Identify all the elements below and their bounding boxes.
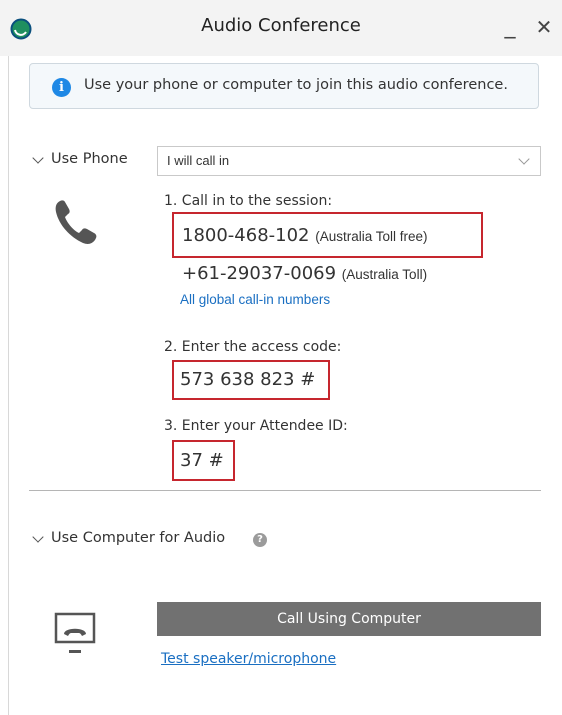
global-call-in-link[interactable]: All global call-in numbers — [180, 292, 330, 307]
use-phone-toggle[interactable]: Use Phone — [32, 151, 128, 167]
chevron-down-icon — [32, 151, 44, 164]
call-option-value: I will call in — [167, 153, 230, 168]
use-computer-toggle[interactable]: Use Computer for Audio — [32, 530, 225, 546]
call-using-computer-button[interactable]: Call Using Computer — [157, 602, 541, 636]
access-code: 573 638 823 # — [180, 369, 316, 390]
computer-audio-icon — [54, 612, 96, 653]
call-option-select[interactable]: I will call in — [157, 146, 541, 176]
use-phone-label: Use Phone — [51, 151, 128, 167]
step1-label: 1. Call in to the session: — [164, 193, 333, 209]
title-bar: Audio Conference _ ✕ — [0, 0, 562, 56]
phone-handset-icon — [55, 200, 97, 244]
use-computer-label: Use Computer for Audio — [51, 530, 226, 546]
info-banner-text: Use your phone or computer to join this … — [84, 77, 508, 93]
window-title: Audio Conference — [201, 15, 361, 36]
section-divider — [29, 490, 541, 491]
chevron-down-icon — [518, 153, 530, 165]
minimize-button[interactable]: _ — [496, 12, 524, 42]
help-icon[interactable]: ? — [253, 533, 267, 547]
toll-number-note: (Australia Toll) — [341, 267, 428, 282]
toll-free-number-note: (Australia Toll free) — [315, 229, 428, 244]
chevron-down-icon — [32, 530, 44, 543]
step2-label: 2. Enter the access code: — [164, 339, 342, 355]
info-banner: i Use your phone or computer to join thi… — [29, 63, 539, 109]
toll-free-number: 1800-468-102 (Australia Toll free) — [182, 225, 428, 246]
toll-free-number-value: 1800-468-102 — [182, 225, 310, 246]
attendee-id: 37 # — [180, 450, 224, 471]
toll-number-value: +61-29037-0069 — [182, 263, 337, 284]
info-icon: i — [52, 78, 71, 97]
step3-label: 3. Enter your Attendee ID: — [164, 418, 348, 434]
window-border — [8, 56, 9, 715]
close-button[interactable]: ✕ — [530, 12, 558, 42]
toll-number: +61-29037-0069 (Australia Toll) — [182, 263, 427, 284]
test-speaker-link[interactable]: Test speaker/microphone — [161, 651, 336, 667]
